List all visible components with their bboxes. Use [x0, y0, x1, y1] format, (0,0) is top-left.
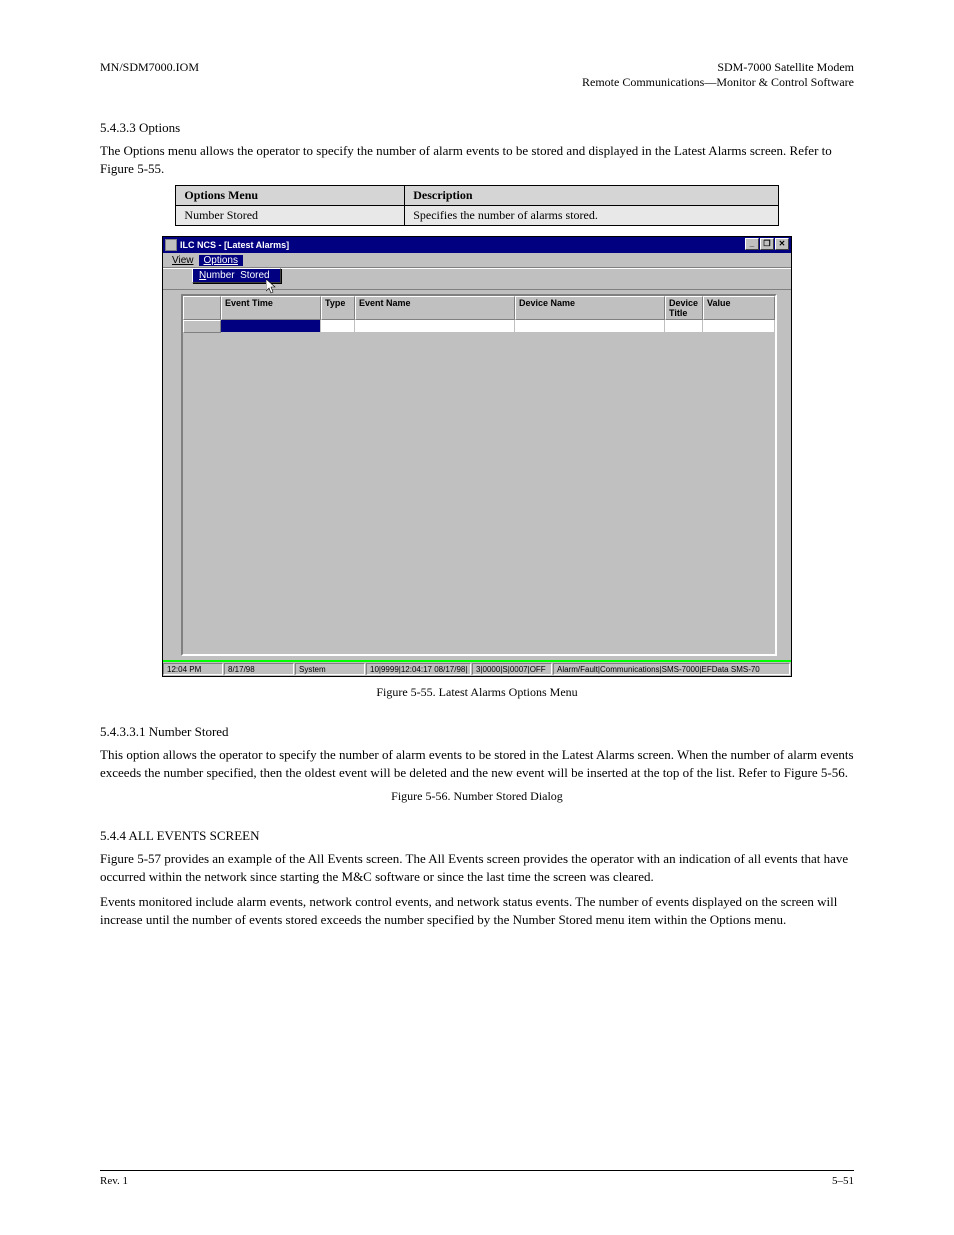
cursor-icon: [266, 279, 278, 298]
grid-header-event-name[interactable]: Event Name: [355, 296, 515, 320]
options-table-header-menu: Options Menu: [176, 186, 405, 206]
page-footer: Rev. 1 5–51: [100, 1170, 854, 1187]
grid-header-type[interactable]: Type: [321, 296, 355, 320]
status-msg3: Alarm/Fault|Communications|SMS-7000|EFDa…: [553, 663, 790, 675]
grid-header-rowhdr[interactable]: [183, 296, 221, 320]
status-owner: System: [295, 663, 365, 675]
grid-header-device-title[interactable]: Device Title: [665, 296, 703, 320]
section-all-events-p2: Events monitored include alarm events, n…: [100, 893, 854, 928]
grid-cell-event-time[interactable]: [221, 320, 321, 333]
figure-56-caption: Figure 5-56. Number Stored Dialog: [100, 789, 854, 804]
status-msg2: 3|0000|S|0007|OFF: [472, 663, 552, 675]
grid-header-row: Event Time Type Event Name Device Name D…: [183, 296, 775, 320]
grid-cell-value[interactable]: [703, 320, 775, 333]
grid-row[interactable]: [183, 320, 775, 333]
status-msg1: 10|9999|12:04:17 08/17/98|: [366, 663, 471, 675]
section-all-events-p1: Figure 5-57 provides an example of the A…: [100, 850, 854, 885]
figure-55-caption: Figure 5-55. Latest Alarms Options Menu: [100, 685, 854, 700]
alarms-grid[interactable]: Event Time Type Event Name Device Name D…: [181, 294, 777, 656]
running-header: MN/SDM7000.IOM SDM-7000 Satellite Modem …: [100, 60, 854, 90]
options-table: Options Menu Description Number Stored S…: [175, 185, 778, 226]
options-table-cell-menu: Number Stored: [176, 206, 405, 226]
section-all-events-title: 5.4.4 ALL EVENTS SCREEN: [100, 828, 854, 844]
header-left: MN/SDM7000.IOM: [100, 60, 199, 90]
status-time: 12:04 PM: [163, 663, 223, 675]
menu-options[interactable]: Options: [199, 255, 243, 266]
section-options-title: 5.4.3.3 Options: [100, 120, 854, 136]
status-bar: 12:04 PM 8/17/98 System 10|9999|12:04:17…: [163, 660, 791, 676]
minimize-button[interactable]: _: [745, 238, 759, 250]
section-number-stored-body: This option allows the operator to speci…: [100, 746, 854, 781]
app-icon: [165, 239, 177, 251]
options-table-header-desc: Description: [405, 186, 778, 206]
menu-bar: View Options: [163, 253, 791, 268]
grid-cell-device-title[interactable]: [665, 320, 703, 333]
window-titlebar[interactable]: ILC NCS - [Latest Alarms] _ ❐ ✕: [163, 237, 791, 253]
grid-header-value[interactable]: Value: [703, 296, 775, 320]
footer-right: 5–51: [832, 1175, 854, 1187]
header-right-2: Remote Communications—Monitor & Control …: [582, 75, 854, 90]
grid-cell-rowhdr[interactable]: [183, 320, 221, 333]
section-number-stored-title: 5.4.3.3.1 Number Stored: [100, 724, 854, 740]
header-right-1: SDM-7000 Satellite Modem: [582, 60, 854, 75]
grid-header-device-name[interactable]: Device Name: [515, 296, 665, 320]
status-date: 8/17/98: [224, 663, 294, 675]
grid-header-event-time[interactable]: Event Time: [221, 296, 321, 320]
grid-cell-event-name[interactable]: [355, 320, 515, 333]
menu-view[interactable]: View: [167, 255, 199, 266]
grid-cell-type[interactable]: [321, 320, 355, 333]
maximize-button[interactable]: ❐: [760, 238, 774, 250]
footer-left: Rev. 1: [100, 1175, 128, 1187]
window-title: ILC NCS - [Latest Alarms]: [180, 240, 289, 250]
close-button[interactable]: ✕: [775, 238, 789, 250]
options-table-cell-desc: Specifies the number of alarms stored.: [405, 206, 778, 226]
grid-cell-device-name[interactable]: [515, 320, 665, 333]
latest-alarms-screenshot: ILC NCS - [Latest Alarms] _ ❐ ✕ View Opt…: [162, 236, 792, 677]
section-options-intro: The Options menu allows the operator to …: [100, 142, 854, 177]
